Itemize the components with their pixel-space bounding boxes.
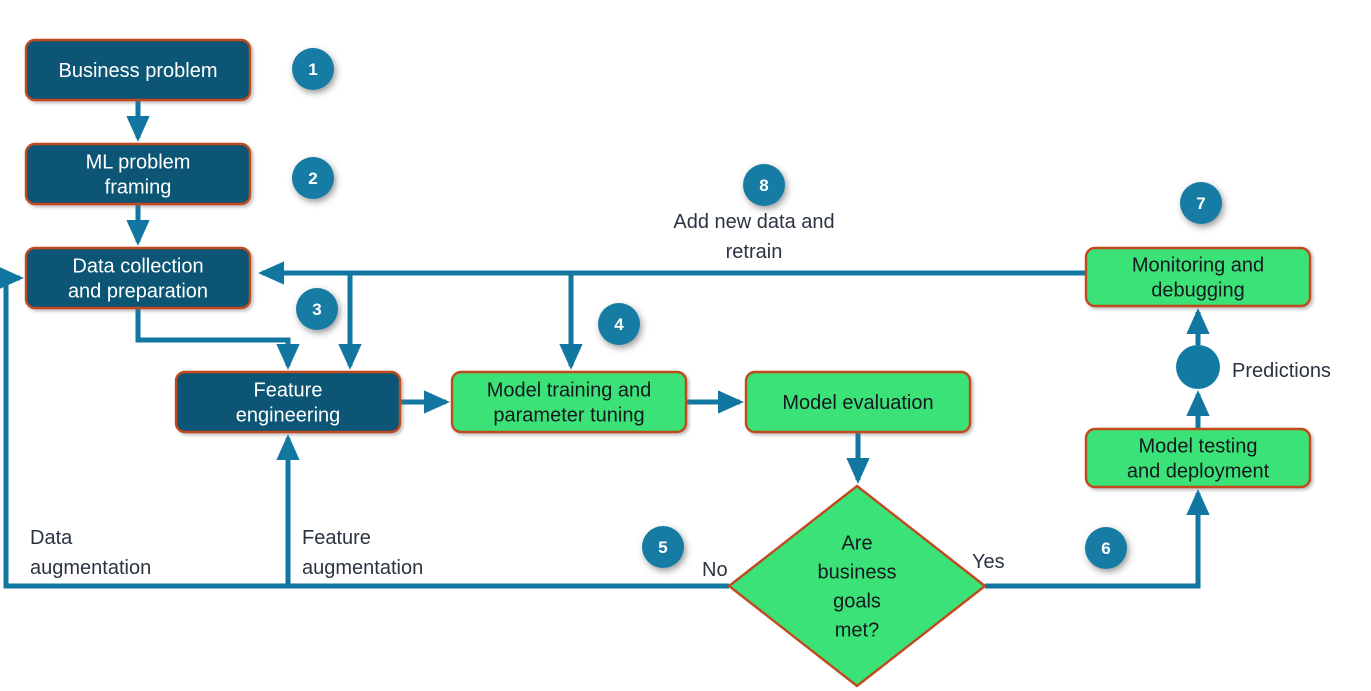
node-data-collection[interactable]: Data collection and preparation [24, 246, 252, 310]
badge-number: 2 [308, 169, 317, 188]
flowchart-canvas: Business problem ML problem framing Data co… [0, 0, 1371, 691]
badge-7: 7 [1180, 182, 1222, 224]
badge-1: 1 [292, 48, 334, 90]
edge-label-line: augmentation [30, 557, 151, 579]
edge-label-line: Add new data and [673, 211, 834, 233]
edge-data-to-feature [135, 308, 300, 370]
node-monitoring-debugging[interactable]: Monitoring and debugging [1084, 246, 1312, 308]
edge-label-line: augmentation [302, 557, 423, 579]
label-add-new-data-and-retrain: Add new data and retrain [673, 211, 834, 263]
node-label: Data collection [72, 256, 203, 278]
node-feature-engineering[interactable]: Feature engineering [174, 370, 402, 434]
badge-3: 3 [296, 288, 338, 330]
label-feature-augmentation: Feature augmentation [302, 527, 423, 579]
node-label: engineering [236, 405, 341, 427]
node-label: and deployment [1127, 461, 1270, 483]
decision-shape [727, 484, 987, 688]
node-ml-problem-framing[interactable]: ML problem framing [24, 142, 252, 206]
badge-layer: 1 2 3 4 5 6 7 8 [292, 48, 1222, 569]
badge-number: 7 [1196, 194, 1205, 213]
node-model-evaluation[interactable]: Model evaluation [744, 370, 972, 434]
node-layer: Business problem ML problem framing Data co… [24, 38, 1312, 489]
edge-label-line: Yes [972, 551, 1005, 573]
node-label: and preparation [68, 281, 208, 303]
decision-label: Are [841, 533, 872, 555]
node-label: Feature [254, 380, 323, 402]
decision-label: met? [835, 620, 879, 642]
badge-number: 4 [614, 315, 624, 334]
badge-2: 2 [292, 157, 334, 199]
flowchart-svg: Business problem ML problem framing Data co… [0, 38, 1331, 688]
edge-label-line: Data [30, 527, 73, 549]
label-no-branch-label: No [702, 559, 728, 581]
badge-number: 3 [312, 300, 321, 319]
edge-label-line: Predictions [1232, 360, 1331, 382]
edge-label-line: No [702, 559, 728, 581]
decision-label: goals [833, 591, 881, 613]
node-label: parameter tuning [493, 405, 644, 427]
label-yes-branch-label: Yes [972, 551, 1005, 573]
node-label: Business problem [59, 60, 218, 82]
decision-business-goals-decision[interactable]: Are business goals met? [727, 484, 987, 688]
node-label: framing [105, 177, 172, 199]
node-label: debugging [1151, 280, 1244, 302]
badge-4: 4 [598, 303, 640, 345]
node-label: ML problem [86, 152, 191, 174]
edge-label-line: retrain [726, 241, 783, 263]
predictions-dot [1176, 345, 1220, 389]
node-label: Model evaluation [782, 392, 933, 414]
badge-number: 6 [1101, 539, 1110, 558]
decision-label: business [818, 562, 897, 584]
badge-number: 1 [308, 60, 317, 79]
node-model-testing-deployment[interactable]: Model testing and deployment [1084, 427, 1312, 489]
node-label: Model testing [1139, 436, 1258, 458]
label-predictions: Predictions [1232, 360, 1331, 382]
node-model-training[interactable]: Model training and parameter tuning [450, 370, 688, 434]
badge-number: 5 [658, 538, 667, 557]
badge-number: 8 [759, 176, 768, 195]
badge-8: 8 [743, 164, 785, 206]
node-label: Monitoring and [1132, 255, 1264, 277]
badge-5: 5 [642, 526, 684, 568]
node-label: Model training and [487, 380, 652, 402]
edge-label-line: Feature [302, 527, 371, 549]
node-business-problem[interactable]: Business problem [24, 38, 252, 102]
badge-6: 6 [1085, 527, 1127, 569]
label-data-augmentation: Data augmentation [30, 527, 151, 579]
